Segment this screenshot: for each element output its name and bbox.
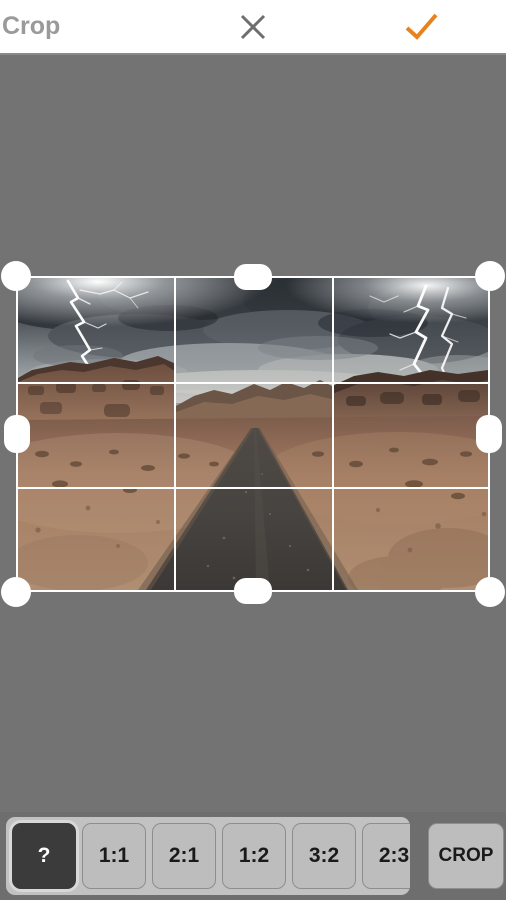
crop-editor-screen: Crop ? 1:1 2:1 1:2 3:2 2:3 CROP xyxy=(0,0,506,900)
aspect-ratio-chip-2-3[interactable]: 2:3 xyxy=(362,823,410,889)
page-title: Crop xyxy=(2,12,61,40)
editor-canvas[interactable] xyxy=(0,55,506,812)
crop-button[interactable]: CROP xyxy=(428,823,504,889)
handle-middle-right[interactable] xyxy=(476,415,502,453)
bottom-toolbar: ? 1:1 2:1 1:2 3:2 2:3 CROP xyxy=(0,812,506,900)
cancel-button[interactable] xyxy=(218,0,288,53)
handle-top-center[interactable] xyxy=(234,264,272,290)
handle-bottom-left[interactable] xyxy=(1,577,31,607)
apply-button[interactable] xyxy=(387,0,457,53)
photo-artwork xyxy=(18,278,488,590)
source-photo xyxy=(18,278,488,590)
handle-top-left[interactable] xyxy=(1,261,31,291)
handle-bottom-center[interactable] xyxy=(234,578,272,604)
aspect-ratio-chip-?[interactable]: ? xyxy=(12,823,76,889)
aspect-ratio-chip-3-2[interactable]: 3:2 xyxy=(292,823,356,889)
aspect-ratio-chip-1-1[interactable]: 1:1 xyxy=(82,823,146,889)
aspect-ratio-chip-2-1[interactable]: 2:1 xyxy=(152,823,216,889)
handle-bottom-right[interactable] xyxy=(475,577,505,607)
handle-middle-left[interactable] xyxy=(4,415,30,453)
handle-top-right[interactable] xyxy=(475,261,505,291)
crop-selection-frame[interactable] xyxy=(1,261,505,607)
aspect-ratio-chip-1-2[interactable]: 1:2 xyxy=(222,823,286,889)
checkmark-icon xyxy=(405,13,438,40)
aspect-ratio-scroller[interactable]: ? 1:1 2:1 1:2 3:2 2:3 xyxy=(6,817,410,895)
close-x-icon xyxy=(240,14,266,39)
app-header: Crop xyxy=(0,0,506,55)
